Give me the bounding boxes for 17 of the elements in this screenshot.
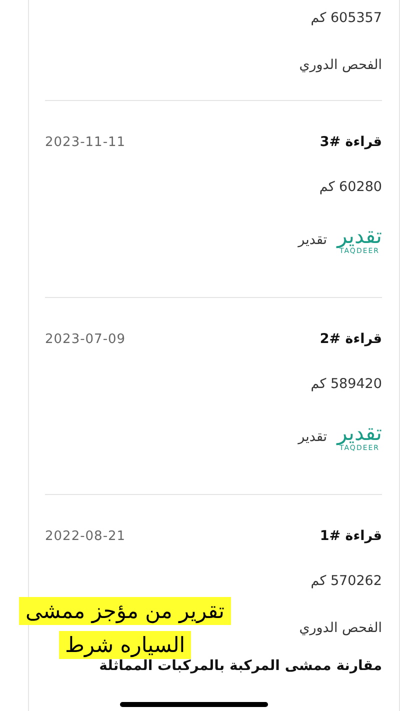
source-label: تقدير (298, 428, 328, 447)
reading-date: 2022-08-21 (45, 528, 126, 544)
reading-title: قراءة #1 (320, 528, 382, 544)
source-label: تقدير (298, 231, 328, 250)
odometer-reading: 570262 كم (310, 572, 382, 591)
source-label: الفحص الدوري (299, 56, 382, 75)
reading-date: 2023-11-11 (45, 134, 126, 150)
section-heading: مقارنة ممشى المركبة بالمركبات المماثلة (98, 658, 382, 676)
reading-title: قراءة #2 (320, 331, 382, 347)
highlighted-caption: تقرير من مؤجز ممشى (19, 597, 231, 625)
highlighted-caption: السياره شرط (58, 631, 192, 659)
reading-date: 2023-07-09 (45, 332, 126, 346)
odometer-reading: 60280 كم (319, 178, 382, 197)
odometer-reading: 589420 كم (310, 375, 382, 394)
reading-title: قراءة #3 (320, 134, 382, 150)
odometer-reading: 605357 كم (310, 9, 382, 28)
source-label: الفحص الدوري (299, 619, 382, 638)
